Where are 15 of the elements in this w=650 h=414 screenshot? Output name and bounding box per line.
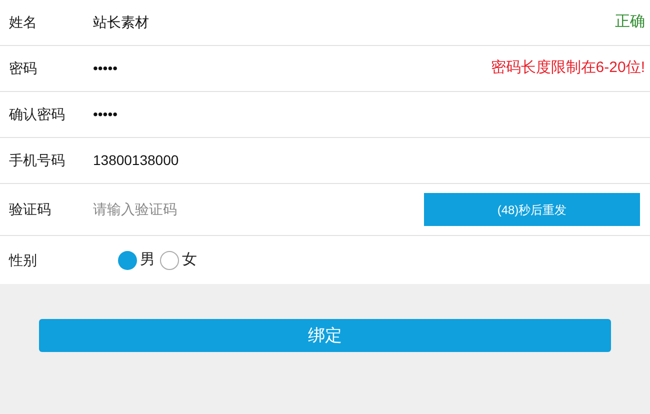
field-label: 姓名 bbox=[9, 13, 38, 32]
field-label: 性别 bbox=[9, 250, 38, 270]
radio-option[interactable]: 男 bbox=[118, 248, 155, 272]
field-label: 手机号码 bbox=[9, 151, 66, 170]
input-field[interactable]: 站长素材 bbox=[93, 12, 293, 33]
radio-option[interactable]: 女 bbox=[160, 248, 197, 272]
field-label: 密码 bbox=[9, 59, 38, 78]
field-label: 验证码 bbox=[9, 200, 52, 219]
input-field[interactable]: ••••• bbox=[93, 58, 293, 79]
field-label: 确认密码 bbox=[9, 105, 66, 124]
input-field[interactable]: ••••• bbox=[93, 104, 293, 125]
input-field[interactable]: 请输入验证码 bbox=[93, 199, 293, 220]
validation-message: 密码长度限制在6-20位! bbox=[490, 58, 645, 78]
validation-message: 正确 bbox=[615, 12, 645, 32]
input-field[interactable]: 13800138000 bbox=[93, 150, 293, 171]
